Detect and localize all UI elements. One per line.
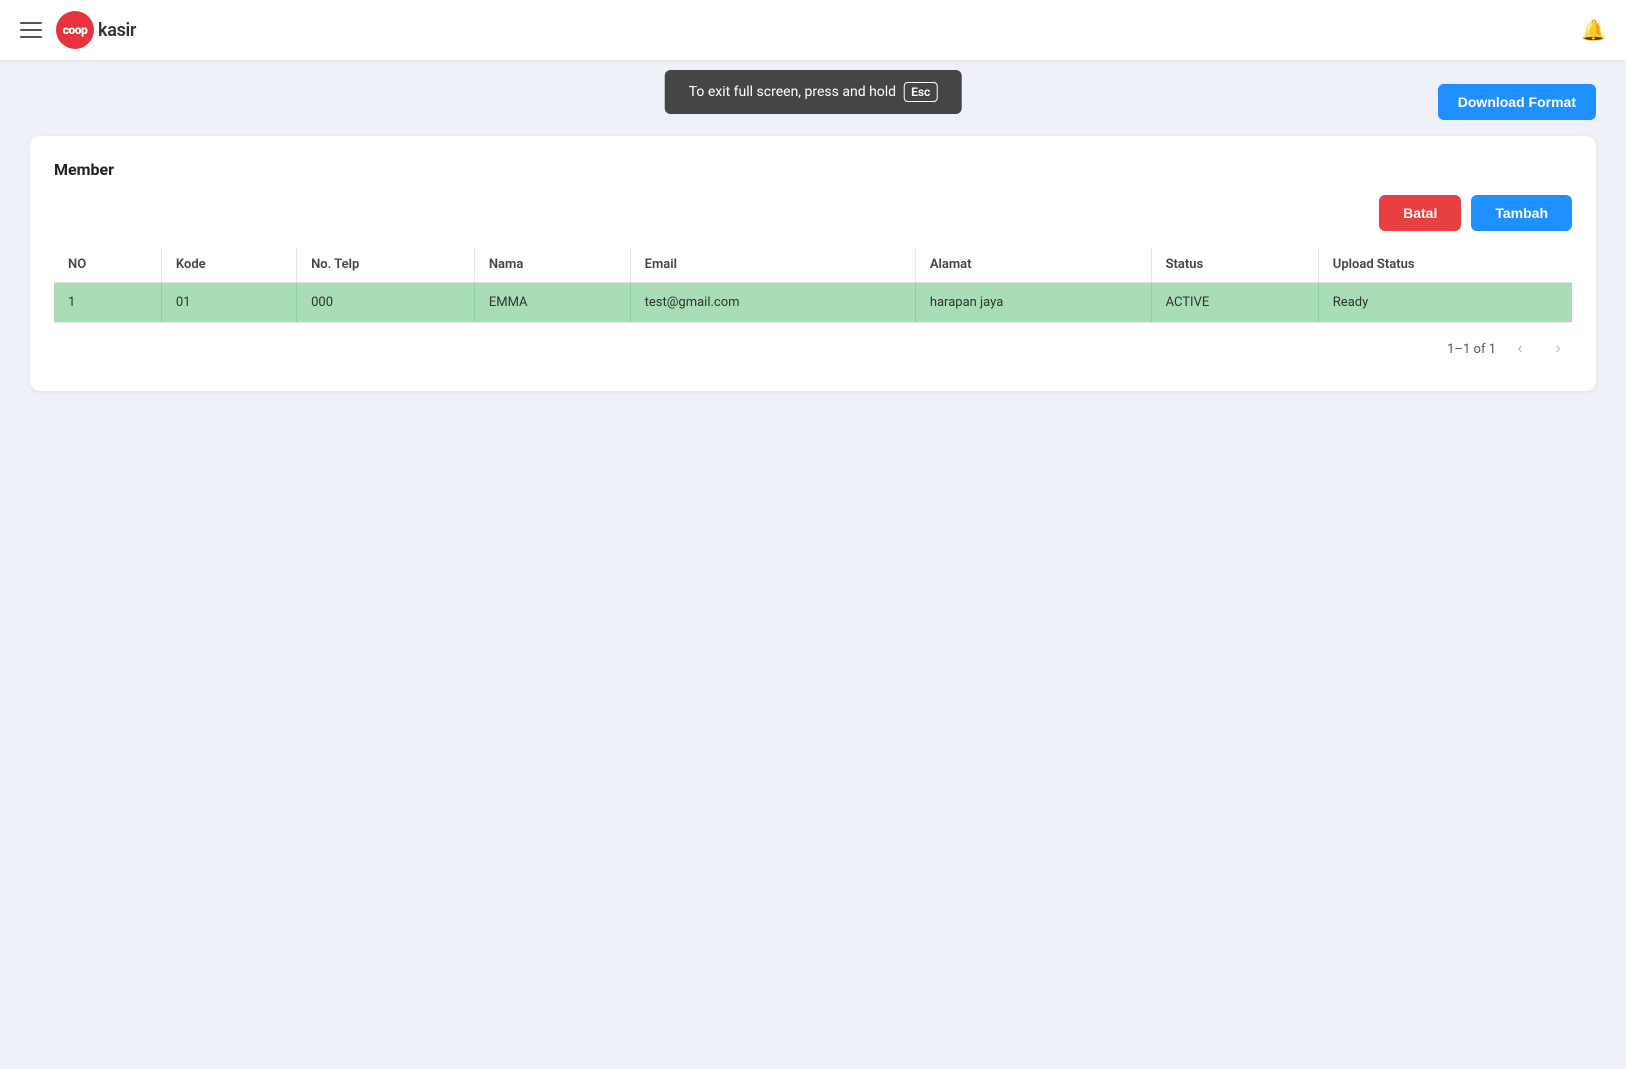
col-nama: Nama: [474, 247, 630, 283]
esc-key-badge: Esc: [904, 82, 937, 102]
cell-alamat: harapan jaya: [915, 283, 1151, 323]
col-alamat: Alamat: [915, 247, 1151, 283]
pagination-row: 1–1 of 1 ‹ ›: [54, 322, 1572, 367]
toast-message: To exit full screen, press and hold: [689, 84, 896, 100]
cell-no--telp: 000: [297, 283, 475, 323]
cell-nama: EMMA: [474, 283, 630, 323]
pagination-prev-button[interactable]: ‹: [1506, 335, 1534, 363]
cell-status: ACTIVE: [1151, 283, 1318, 323]
col-status: Status: [1151, 247, 1318, 283]
navbar-left: coop kasir: [20, 11, 136, 49]
cell-kode: 01: [161, 283, 296, 323]
fullscreen-toast: To exit full screen, press and hold Esc: [665, 70, 962, 114]
notification-bell-icon[interactable]: 🔔: [1581, 18, 1606, 42]
navbar: coop kasir 🔔: [0, 0, 1626, 60]
col-no: NO: [54, 247, 161, 283]
col-email: Email: [630, 247, 915, 283]
table-row[interactable]: 101000EMMAtest@gmail.comharapan jayaACTI…: [54, 283, 1572, 323]
logo-coop-icon: coop: [56, 11, 94, 49]
table-body: 101000EMMAtest@gmail.comharapan jayaACTI…: [54, 283, 1572, 323]
pagination-next-button[interactable]: ›: [1544, 335, 1572, 363]
cell-email: test@gmail.com: [630, 283, 915, 323]
download-format-button[interactable]: Download Format: [1438, 84, 1596, 120]
card-title: Member: [54, 160, 1572, 179]
member-card: Member Batal Tambah NO Kode No. Telp Nam…: [30, 136, 1596, 391]
cell-no: 1: [54, 283, 161, 323]
logo-container: coop kasir: [56, 11, 136, 49]
logo-kasir-text: kasir: [98, 20, 136, 41]
col-no-telp: No. Telp: [297, 247, 475, 283]
col-kode: Kode: [161, 247, 296, 283]
batal-button[interactable]: Batal: [1379, 195, 1461, 231]
member-table: NO Kode No. Telp Nama Email Alamat Statu…: [54, 247, 1572, 322]
col-upload-status: Upload Status: [1318, 247, 1572, 283]
pagination-info: 1–1 of 1: [1447, 342, 1496, 357]
tambah-button[interactable]: Tambah: [1471, 195, 1572, 231]
cell-upload-status: Ready: [1318, 283, 1572, 323]
action-buttons-row: Batal Tambah: [54, 195, 1572, 231]
hamburger-menu-icon[interactable]: [20, 22, 42, 38]
table-header: NO Kode No. Telp Nama Email Alamat Statu…: [54, 247, 1572, 283]
